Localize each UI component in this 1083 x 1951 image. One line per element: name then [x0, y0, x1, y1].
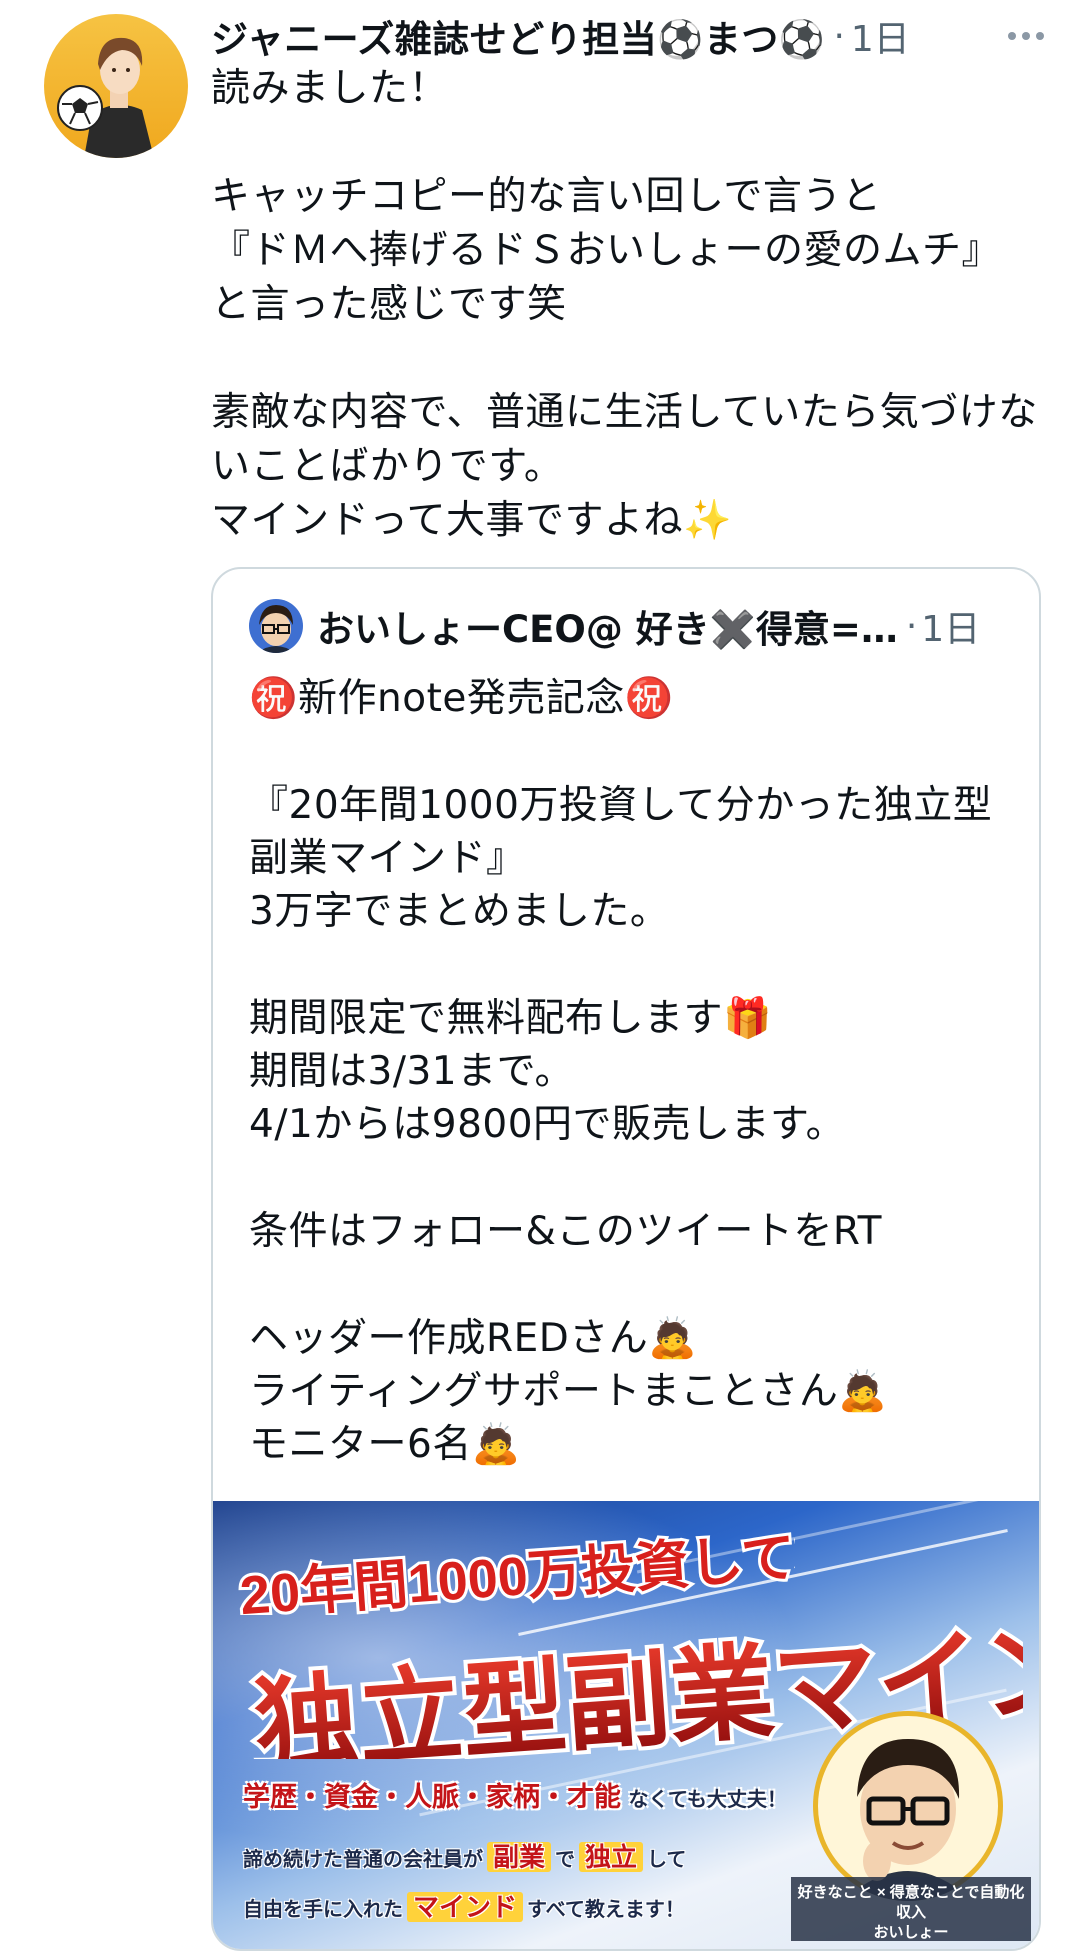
separator-dot: ·: [905, 605, 918, 647]
quoted-tweet-header: おいしょーCEO@ 好き✖️得意=… · 1日: [249, 599, 980, 653]
tweet-text: 読みました！ キャッチコピー的な言い回しで言うと 『ドＭへ捧げるドＳおいしょーの…: [211, 66, 1038, 543]
quoted-tweet-card[interactable]: おいしょーCEO@ 好き✖️得意=… · 1日 ㊗️新作note発売記念㊗️ 『…: [211, 567, 1041, 1951]
banner-subtitle-3: 自由を手に入れた マインド すべて教えます！: [243, 1892, 685, 1922]
author-avatar[interactable]: [44, 14, 188, 158]
svg-text:20年間1000万投資してわかった: 20年間1000万投資してわかった: [238, 1525, 795, 1615]
quoted-tweet-text: ㊗️新作note発売記念㊗️ 『20年間1000万投資して分かった独立型副業マイ…: [249, 676, 993, 1468]
more-options-button[interactable]: [1001, 16, 1051, 56]
author-name[interactable]: ジャニーズ雑誌せどり担当⚽️まつ⚽️: [211, 9, 825, 63]
banner-portrait-image: [813, 1711, 1003, 1901]
quoted-tweet-timestamp: 1日: [921, 609, 981, 650]
tweet-timestamp[interactable]: 1日: [851, 10, 910, 62]
separator-dot: ·: [833, 15, 845, 57]
tweet-header: ジャニーズ雑誌せどり担当⚽️まつ⚽️ · 1日: [211, 6, 1051, 66]
quoted-author-avatar: [249, 599, 303, 653]
banner-caption: 好きなこと × 得意なことで自動化収入 おいしょー: [791, 1877, 1031, 1941]
banner-headline: 20年間1000万投資してわかった: [235, 1525, 795, 1615]
banner-subtitle-1: 学歴・資金・人脈・家柄・才能 なくても大丈夫！: [243, 1782, 787, 1812]
banner-subtitle-2: 諦め続けた普通の会社員が 副業で独立 して: [243, 1842, 687, 1872]
ellipsis-icon: [1008, 32, 1016, 40]
quoted-tweet-image[interactable]: 20年間1000万投資してわかった 独立型副業マインド 学歴・資金・人脈・家柄・…: [213, 1501, 1039, 1949]
quoted-author-name[interactable]: おいしょーCEO@ 好き✖️得意=…: [317, 599, 898, 653]
